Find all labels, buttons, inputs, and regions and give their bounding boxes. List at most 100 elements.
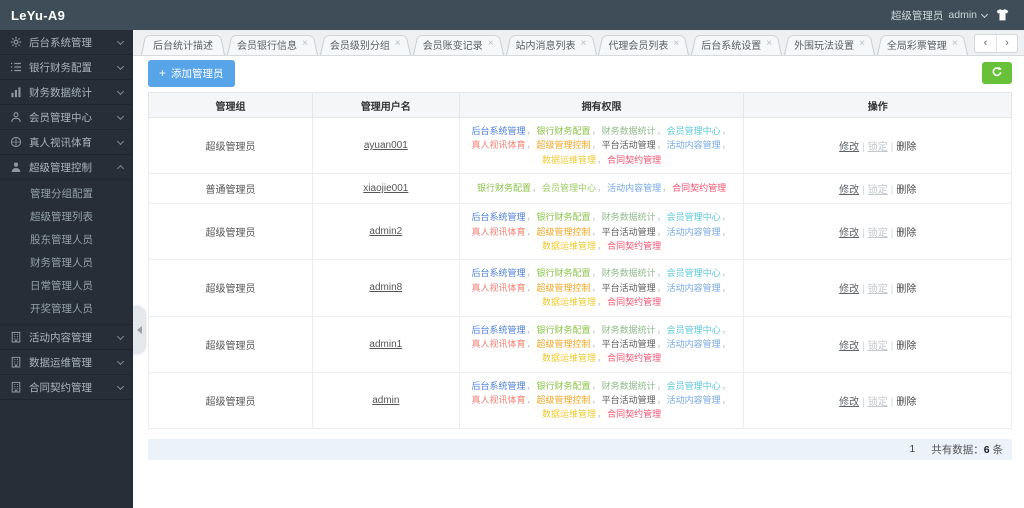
app: LeYu-A9 超级管理员 admin 后台系统管理 银行财务配置 财务数据统计 会员… [0, 0, 1024, 508]
tab-8[interactable]: 外围玩法设置 × [784, 33, 875, 55]
sidebar-collapse-handle[interactable] [133, 306, 146, 354]
delete-link[interactable]: 删除 [896, 142, 916, 153]
sidebar-item-label: 真人视讯体育 [29, 136, 92, 149]
sidebar-item-6[interactable]: 超级管理控制 [0, 155, 133, 180]
lock-link[interactable]: 锁定 [868, 341, 888, 352]
tab-7[interactable]: 后台系统设置 × [691, 33, 782, 55]
username-link[interactable]: xiaojie001 [363, 183, 408, 194]
close-icon[interactable]: × [302, 39, 308, 49]
edit-link[interactable]: 修改 [839, 397, 859, 408]
close-icon[interactable]: × [766, 39, 772, 49]
refresh-icon [991, 66, 1003, 81]
sidebar-item-4[interactable]: 会员管理中心 [0, 105, 133, 130]
tab-label: 会员账变记录 [422, 40, 483, 52]
permissions-cell: 后台系统管理，银行财务配置，财务数据统计，会员管理中心，真人视讯体育，超级管理控… [458, 259, 745, 317]
lock-link[interactable]: 锁定 [868, 284, 888, 295]
tab-2[interactable]: 会员银行信息 × [227, 33, 318, 55]
sidebar-item-2[interactable]: 银行财务配置 [0, 55, 133, 80]
sidebar-subitem-4[interactable]: 财务管理人员 [0, 252, 133, 275]
permission-tag: 超级管理控制 [536, 395, 591, 406]
delete-link[interactable]: 删除 [896, 284, 916, 295]
delete-link[interactable]: 删除 [896, 185, 916, 196]
user-menu[interactable]: 超级管理员 admin [891, 8, 989, 23]
close-icon[interactable]: × [395, 39, 401, 49]
username-link[interactable]: admin [372, 395, 399, 406]
permission-separator: ， [656, 338, 666, 349]
lock-link[interactable]: 锁定 [868, 397, 888, 408]
tab-scroll-left-icon[interactable]: ‹ [975, 35, 996, 52]
permission-separator: ， [597, 240, 607, 251]
permission-tag: 数据运维管理 [542, 353, 597, 364]
permission-tag: 活动内容管理 [666, 395, 721, 406]
sidebar-subitem-1[interactable]: 管理分组配置 [0, 183, 133, 206]
permission-tag: 合同契约管理 [607, 154, 662, 165]
column-header-1: 管理组 [148, 92, 313, 118]
permissions-cell: 银行财务配置，会员管理中心，活动内容管理，合同契约管理 [458, 173, 745, 205]
permission-tag: 数据运维管理 [542, 297, 597, 308]
permission-tag: 合同契约管理 [607, 409, 662, 420]
building-icon [10, 331, 22, 343]
permission-separator: ， [591, 395, 601, 406]
sidebar-item-3[interactable]: 财务数据统计 [0, 80, 133, 105]
tab-1[interactable]: 后台统计描述 [141, 33, 225, 55]
username-link[interactable]: admin1 [369, 339, 402, 350]
lock-link[interactable]: 锁定 [868, 142, 888, 153]
tab-label: 站内消息列表 [515, 40, 576, 52]
table-row: 超级管理员 admin8 后台系统管理，银行财务配置，财务数据统计，会员管理中心，真… [148, 259, 1012, 317]
actions-cell: 修改 | 锁定 | 删除 [743, 203, 1012, 261]
chevron-down-icon [116, 112, 125, 120]
sidebar-item-5[interactable]: 真人视讯体育 [0, 130, 133, 155]
edit-link[interactable]: 修改 [839, 228, 859, 239]
edit-link[interactable]: 修改 [839, 284, 859, 295]
username-link[interactable]: admin8 [369, 282, 402, 293]
tab-5[interactable]: 站内消息列表 × [506, 33, 597, 55]
permission-tag: 银行财务配置 [536, 268, 591, 279]
close-icon[interactable]: × [952, 39, 958, 49]
permission-tag: 数据运维管理 [542, 409, 597, 420]
sidebar-subitem-3[interactable]: 股东管理人员 [0, 229, 133, 252]
content-panel: 管理组 管理用户名 拥有权限 操作 超级管理员 ayuan001 后台系统管理，银行财务配… [133, 90, 1024, 508]
tab-9[interactable]: 全局彩票管理 × [877, 33, 968, 55]
tab-scroll-right-icon[interactable]: › [996, 35, 1017, 52]
total-count: 共有数据：6 条 [931, 443, 1003, 456]
permission-tag: 财务数据统计 [601, 324, 656, 335]
delete-link[interactable]: 删除 [896, 341, 916, 352]
edit-link[interactable]: 修改 [839, 341, 859, 352]
permission-tag: 后台系统管理 [471, 212, 526, 223]
edit-link[interactable]: 修改 [839, 185, 859, 196]
edit-link[interactable]: 修改 [839, 142, 859, 153]
permission-separator: ， [597, 183, 607, 194]
chevron-down-icon [980, 10, 989, 18]
close-icon[interactable]: × [673, 39, 679, 49]
username-link[interactable]: admin2 [369, 226, 402, 237]
sidebar-item-8[interactable]: 数据运维管理 [0, 350, 133, 375]
permission-tag: 超级管理控制 [536, 282, 591, 293]
page-number[interactable]: 1 [909, 443, 915, 455]
permission-separator: ， [656, 282, 666, 293]
theme-shirt-icon[interactable] [995, 8, 1010, 22]
tab-6[interactable]: 代理会员列表 × [598, 33, 689, 55]
sidebar-item-9[interactable]: 合同契约管理 [0, 375, 133, 400]
permission-tag: 财务数据统计 [601, 212, 656, 223]
sidebar-subitem-5[interactable]: 日常管理人员 [0, 275, 133, 298]
tab-4[interactable]: 会员账变记录 × [413, 33, 504, 55]
tab-label: 代理会员列表 [608, 40, 669, 52]
sidebar-item-1[interactable]: 后台系统管理 [0, 30, 133, 55]
close-icon[interactable]: × [488, 39, 494, 49]
tab-3[interactable]: 会员级别分组 × [320, 33, 411, 55]
sidebar-item-7[interactable]: 活动内容管理 [0, 325, 133, 350]
close-icon[interactable]: × [859, 39, 865, 49]
permission-tag: 银行财务配置 [536, 126, 591, 136]
lock-link[interactable]: 锁定 [868, 185, 888, 196]
permission-separator: ， [591, 324, 601, 335]
lock-link[interactable]: 锁定 [868, 228, 888, 239]
sidebar-subitem-2[interactable]: 超级管理列表 [0, 206, 133, 229]
close-icon[interactable]: × [581, 39, 587, 49]
add-admin-button[interactable]: + 添加管理员 [148, 59, 235, 87]
sidebar-subitem-6[interactable]: 开奖管理人员 [0, 298, 133, 321]
username-link[interactable]: ayuan001 [364, 140, 408, 151]
delete-link[interactable]: 删除 [896, 228, 916, 239]
permission-tag: 财务数据统计 [601, 268, 656, 279]
refresh-button[interactable] [982, 62, 1012, 84]
delete-link[interactable]: 删除 [896, 397, 916, 408]
